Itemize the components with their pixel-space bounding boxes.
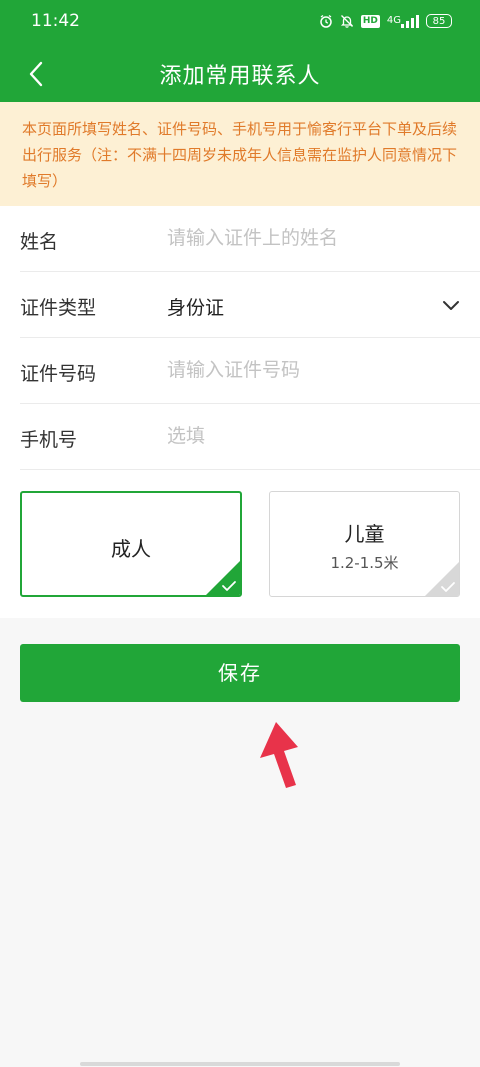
unselected-check-icon xyxy=(425,562,459,596)
chevron-down-icon[interactable] xyxy=(440,294,462,316)
id-number-input[interactable] xyxy=(167,359,447,381)
top-bar: 11:42 HD 4G 85 添加常用联系人 xyxy=(0,0,480,102)
hd-badge: HD xyxy=(360,14,380,28)
page-title: 添加常用联系人 xyxy=(159,64,321,89)
name-row: 姓名 xyxy=(20,206,480,272)
signal-icon: 4G xyxy=(386,14,419,28)
save-button[interactable]: 保存 xyxy=(20,644,460,702)
adult-type-card[interactable]: 成人 xyxy=(20,491,242,597)
pointer-arrow-icon xyxy=(260,722,298,788)
privacy-notice: 本页面所填写姓名、证件号码、手机号用于愉客行平台下单及后续出行服务（注：不满十四… xyxy=(0,102,480,206)
status-bar: 11:42 HD 4G 85 xyxy=(0,0,480,42)
name-label: 姓名 xyxy=(20,231,59,253)
child-type-card[interactable]: 儿童 1.2-1.5米 xyxy=(269,491,460,597)
selected-check-icon xyxy=(206,561,240,595)
id-type-label: 证件类型 xyxy=(20,297,97,319)
mute-bell-icon xyxy=(340,14,354,28)
child-label: 儿童 xyxy=(344,522,385,546)
battery-icon: 85 xyxy=(426,14,452,28)
phone-label: 手机号 xyxy=(20,429,78,451)
phone-input[interactable] xyxy=(167,425,447,447)
contact-form: 姓名 证件类型 身份证 证件号码 手机号 xyxy=(0,206,480,470)
nav-bar: 添加常用联系人 xyxy=(0,44,480,102)
id-type-select[interactable]: 身份证 xyxy=(167,293,224,320)
battery-level: 85 xyxy=(432,15,446,27)
adult-label: 成人 xyxy=(111,537,151,561)
alarm-icon xyxy=(319,14,333,28)
id-type-row[interactable]: 证件类型 身份证 xyxy=(20,272,480,338)
network-type: 4G xyxy=(386,15,401,26)
passenger-type-section: 成人 儿童 1.2-1.5米 xyxy=(0,470,480,618)
status-icons: HD 4G 85 xyxy=(319,11,452,31)
name-input[interactable] xyxy=(167,227,447,249)
id-number-row: 证件号码 xyxy=(20,338,480,404)
status-time: 11:42 xyxy=(31,11,80,31)
home-indicator xyxy=(80,1062,400,1066)
phone-row: 手机号 xyxy=(20,404,480,470)
id-number-label: 证件号码 xyxy=(20,363,97,385)
